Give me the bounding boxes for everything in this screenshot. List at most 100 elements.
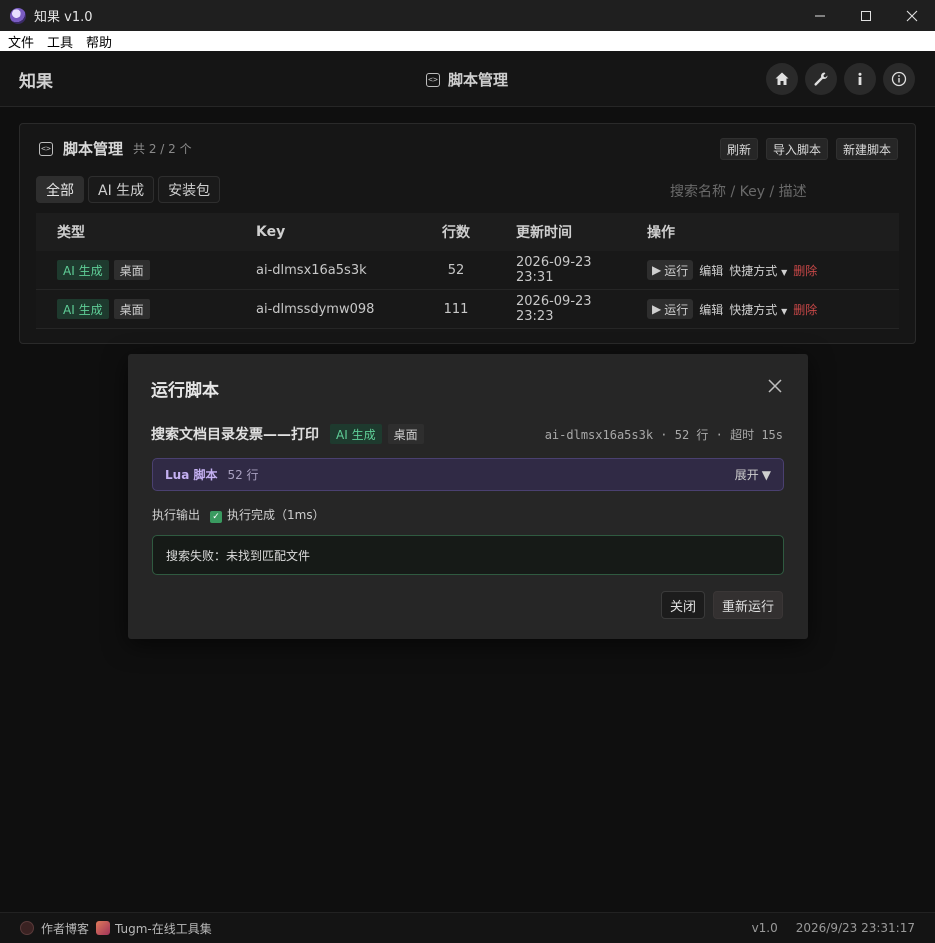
lines-cell: 52	[447, 262, 465, 278]
rerun-button[interactable]: 重新运行	[712, 591, 783, 619]
new-script-button[interactable]: 新建脚本	[835, 138, 898, 160]
tools-site-link[interactable]: Tugm-在线工具集	[115, 920, 212, 937]
blog-icon	[20, 921, 34, 935]
ops-cell: ▶ 运行 编辑 快捷方式 ▼ 删除	[626, 299, 899, 319]
delete-link[interactable]: 删除	[793, 262, 817, 279]
code-icon: <>	[426, 72, 440, 87]
search-input[interactable]: 搜索名称 / Key / 描述	[670, 181, 807, 201]
table-row: AI 生成 桌面 ai-dlmsx16a5s3k 52 2026-09-23 2…	[36, 251, 899, 290]
title-bar: 知果 v1.0	[0, 0, 935, 31]
col-updated: 更新时间	[516, 225, 572, 241]
about-button[interactable]	[883, 63, 915, 95]
key-cell: ai-dlmsx16a5s3k	[256, 262, 367, 278]
refresh-button[interactable]: 刷新	[719, 138, 758, 160]
menu-tools[interactable]: 工具	[47, 32, 73, 51]
desktop-tag: 桌面	[113, 299, 150, 319]
info-button[interactable]	[844, 63, 876, 95]
dialog-close-button[interactable]	[768, 379, 782, 393]
desktop-tag: 桌面	[113, 260, 150, 280]
type-cell: AI 生成 桌面	[36, 299, 256, 319]
ai-tag: AI 生成	[57, 299, 109, 319]
updated-cell: 2026-09-23 23:23	[516, 294, 592, 324]
output-header: 执行输出 ✓ 执行完成（1ms）	[152, 506, 325, 523]
run-label: 运行	[664, 302, 689, 317]
menu-file[interactable]: 文件	[8, 32, 34, 51]
lua-line-count: 52 行	[227, 468, 259, 482]
lines-cell: 111	[443, 301, 469, 317]
tools-site-icon	[96, 921, 111, 935]
run-button[interactable]: ▶ 运行	[647, 260, 694, 280]
key-cell: ai-dlmssdymw098	[256, 301, 375, 317]
run-label: 运行	[664, 263, 689, 278]
col-type: 类型	[57, 225, 85, 241]
caret-down-icon: ▼	[781, 267, 788, 277]
brand: 知果	[19, 72, 53, 92]
check-icon: ✓	[210, 511, 223, 523]
play-icon: ▶	[652, 302, 662, 316]
menu-bar: 文件 工具 帮助	[0, 31, 935, 51]
tools-button[interactable]	[805, 63, 837, 95]
ai-tag: AI 生成	[57, 260, 109, 280]
delete-link[interactable]: 删除	[793, 301, 817, 318]
script-count: 共 2 / 2 个	[133, 142, 192, 156]
output-status: ✓ 执行完成（1ms）	[210, 506, 325, 523]
script-info: 搜索文档目录发票——打印 AI 生成 桌面	[151, 424, 424, 444]
header-icons	[766, 63, 915, 95]
window-title: 知果 v1.0	[34, 10, 93, 25]
datetime: 2026/9/23 23:31:17	[795, 921, 915, 935]
close-button[interactable]: 关闭	[660, 591, 705, 619]
header-center: <> 脚本管理	[426, 69, 508, 90]
status-text: 执行完成（1ms）	[227, 508, 325, 522]
minimize-icon	[815, 15, 825, 16]
edit-link[interactable]: 编辑	[699, 301, 723, 318]
expand-toggle[interactable]: 展开 ▼	[735, 466, 771, 483]
script-panel: <> 脚本管理 共 2 / 2 个 刷新 导入脚本 新建脚本 全部 AI 生成 …	[19, 123, 916, 344]
window-controls	[797, 0, 935, 31]
col-lines: 行数	[442, 225, 470, 241]
status-bar: 作者博客 Tugm-在线工具集 v1.0 2026/9/23 23:31:17	[0, 912, 935, 943]
panel-title: 脚本管理	[63, 140, 124, 158]
output-box: 搜索失败：未找到匹配文件	[152, 535, 784, 575]
col-key: Key	[256, 224, 286, 240]
dialog-actions: 关闭 重新运行	[660, 591, 783, 619]
shortcut-label: 快捷方式	[729, 302, 778, 317]
run-button[interactable]: ▶ 运行	[647, 299, 694, 319]
tab-ai-generated[interactable]: AI 生成	[88, 176, 155, 203]
menu-help[interactable]: 帮助	[86, 32, 112, 51]
caret-down-icon: ▼	[761, 467, 771, 482]
col-ops: 操作	[647, 225, 675, 241]
info-circle-icon	[891, 71, 907, 87]
lua-script-section[interactable]: Lua 脚本 52 行 展开 ▼	[152, 458, 784, 491]
maximize-button[interactable]	[843, 0, 889, 31]
output-label: 执行输出	[152, 508, 201, 522]
expand-label: 展开	[734, 468, 759, 482]
close-window-button[interactable]	[889, 0, 935, 31]
shortcut-dropdown[interactable]: 快捷方式 ▼	[729, 301, 787, 318]
import-script-button[interactable]: 导入脚本	[765, 138, 828, 160]
author-blog-link[interactable]: 作者博客	[41, 920, 89, 937]
tab-packages[interactable]: 安装包	[158, 176, 221, 203]
shortcut-dropdown[interactable]: 快捷方式 ▼	[729, 262, 787, 279]
ai-tag: AI 生成	[330, 424, 382, 444]
output-text: 搜索失败：未找到匹配文件	[166, 548, 311, 563]
panel-actions: 刷新 导入脚本 新建脚本	[719, 138, 898, 160]
tab-all[interactable]: 全部	[36, 176, 84, 203]
home-icon	[775, 72, 789, 85]
type-cell: AI 生成 桌面	[36, 260, 256, 280]
status-right: v1.0 2026/9/23 23:31:17	[752, 921, 915, 935]
version: v1.0	[751, 921, 778, 935]
run-script-dialog: 运行脚本 搜索文档目录发票——打印 AI 生成 桌面 ai-dlmsx16a5s…	[128, 354, 808, 639]
play-icon: ▶	[652, 263, 662, 277]
edit-link[interactable]: 编辑	[699, 262, 723, 279]
close-icon	[906, 10, 918, 21]
dialog-title: 运行脚本	[151, 381, 219, 401]
desktop-tag: 桌面	[387, 424, 424, 444]
app-header: 知果 <> 脚本管理	[0, 51, 935, 107]
app-icon	[10, 7, 26, 24]
shortcut-label: 快捷方式	[729, 263, 778, 278]
minimize-button[interactable]	[797, 0, 843, 31]
code-icon: <>	[39, 141, 53, 156]
home-button[interactable]	[766, 63, 798, 95]
table-row: AI 生成 桌面 ai-dlmssdymw098 111 2026-09-23 …	[36, 290, 899, 329]
ops-cell: ▶ 运行 编辑 快捷方式 ▼ 删除	[626, 260, 899, 280]
